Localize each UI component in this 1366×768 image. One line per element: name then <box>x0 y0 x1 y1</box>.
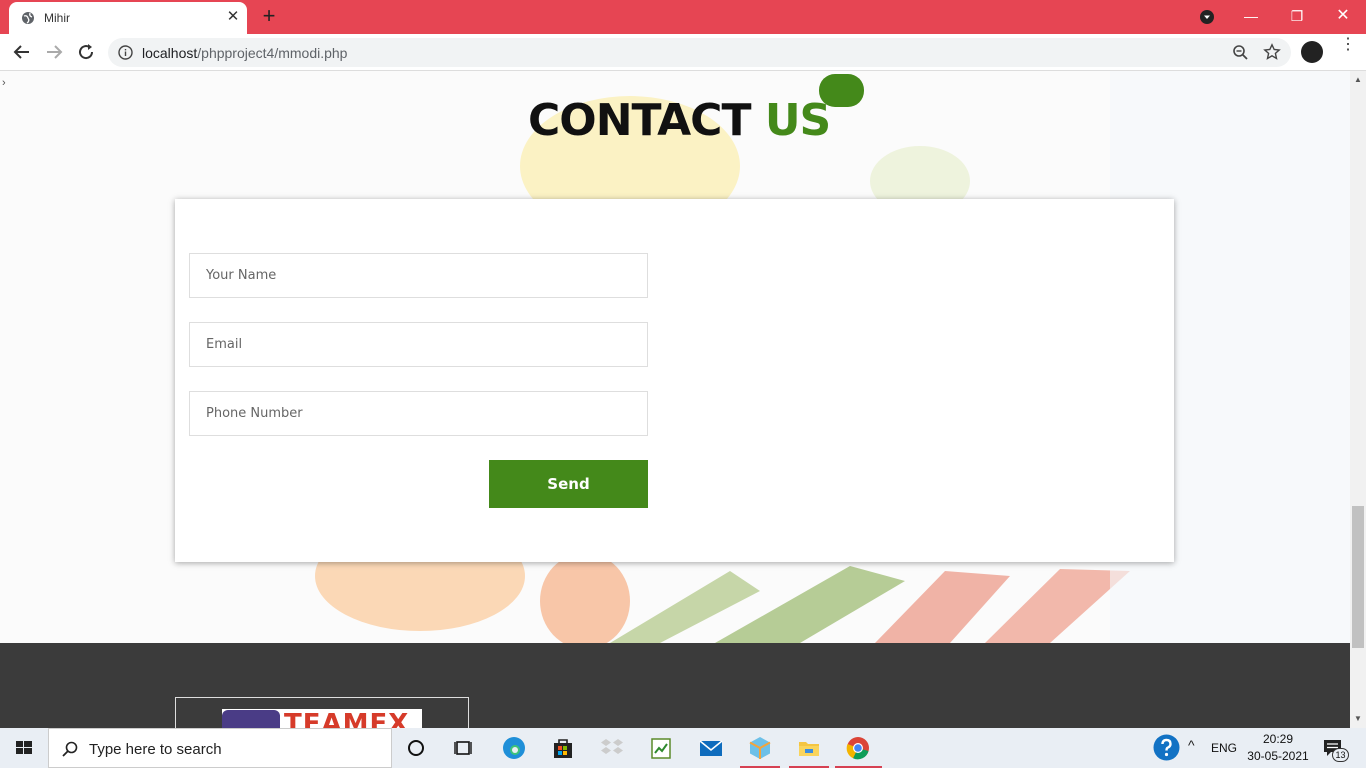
windows-start-icon[interactable] <box>0 728 48 768</box>
tab-search-icon[interactable] <box>1199 9 1215 25</box>
close-tab-icon[interactable]: ✕ <box>225 9 241 25</box>
profile-avatar[interactable] <box>1301 41 1323 63</box>
email-input[interactable] <box>189 322 648 367</box>
minimize-icon[interactable]: — <box>1237 4 1265 28</box>
browser-tab[interactable]: Mihir ✕ <box>9 2 247 34</box>
browser-toolbar: localhost/phpproject4/mmodi.php ⋮ <box>0 34 1366 71</box>
zoom-icon[interactable] <box>1232 44 1249 61</box>
file-explorer-icon[interactable] <box>796 735 822 761</box>
logo-emblem-icon <box>222 710 280 728</box>
close-window-icon[interactable]: ✕ <box>1329 4 1357 28</box>
windows-taskbar: Type here to search ^ ENG 20:29 30-05-20… <box>0 728 1366 768</box>
search-placeholder: Type here to search <box>89 741 222 758</box>
page-title-us: US <box>764 95 831 146</box>
page-title: CONTACT US <box>528 95 831 146</box>
url-host: localhost <box>142 45 198 61</box>
bookmark-star-icon[interactable] <box>1263 43 1281 61</box>
taskbar-search[interactable]: Type here to search <box>48 728 392 768</box>
restore-icon[interactable]: ❐ <box>1283 4 1311 28</box>
info-icon[interactable] <box>118 45 133 60</box>
notes-app-icon[interactable] <box>648 735 674 761</box>
send-button[interactable]: Send <box>489 460 648 508</box>
reload-icon[interactable] <box>74 40 98 64</box>
scroll-down-icon[interactable]: ▼ <box>1354 714 1362 723</box>
page-title-contact: CONTACT <box>528 95 751 146</box>
address-bar[interactable]: localhost/phpproject4/mmodi.php <box>108 38 1291 67</box>
microsoft-store-icon[interactable] <box>550 735 576 761</box>
page-content: › CONTACT US Send TEAMEX <box>0 71 1350 728</box>
language-indicator[interactable]: ENG <box>1211 741 1237 755</box>
footer: TEAMEX <box>0 643 1350 728</box>
mail-icon[interactable] <box>698 735 724 761</box>
new-tab-button[interactable]: + <box>258 5 280 28</box>
phone-input[interactable] <box>189 391 648 436</box>
contact-form-card: Send <box>175 199 1174 562</box>
scroll-up-icon[interactable]: ▲ <box>1354 75 1362 84</box>
globe-icon <box>22 12 34 24</box>
task-view-icon[interactable] <box>451 735 477 761</box>
scroll-thumb[interactable] <box>1352 506 1364 648</box>
page-scrollbar[interactable]: ▲ ▼ <box>1350 71 1366 728</box>
chrome-icon[interactable] <box>845 735 871 761</box>
url-text: localhost/phpproject4/mmodi.php <box>142 45 347 61</box>
back-arrow-icon[interactable] <box>10 40 34 64</box>
footer-logo-frame: TEAMEX <box>175 697 469 728</box>
browser-titlebar: Mihir ✕ + — ❐ ✕ <box>0 0 1366 34</box>
netbeans-icon[interactable] <box>747 735 773 761</box>
tab-title: Mihir <box>44 11 70 25</box>
notification-count-badge: 13 <box>1332 748 1349 762</box>
dropbox-icon[interactable] <box>599 735 625 761</box>
clock-date[interactable]: 30-05-2021 <box>1246 749 1310 763</box>
search-icon <box>62 741 78 757</box>
url-path: /phpproject4/mmodi.php <box>197 45 348 61</box>
edge-browser-icon[interactable] <box>501 735 527 761</box>
cortana-icon[interactable] <box>403 735 429 761</box>
forward-arrow-icon[interactable] <box>42 40 66 64</box>
clock-time[interactable]: 20:29 <box>1258 732 1298 746</box>
footer-logo: TEAMEX <box>222 709 422 728</box>
footer-logo-text: TEAMEX <box>284 709 410 728</box>
help-icon[interactable] <box>1153 734 1180 761</box>
show-hidden-icons-icon[interactable]: ^ <box>1188 737 1195 753</box>
collapse-marker: › <box>2 77 6 89</box>
menu-dots-icon[interactable]: ⋮ <box>1340 37 1356 62</box>
name-input[interactable] <box>189 253 648 298</box>
